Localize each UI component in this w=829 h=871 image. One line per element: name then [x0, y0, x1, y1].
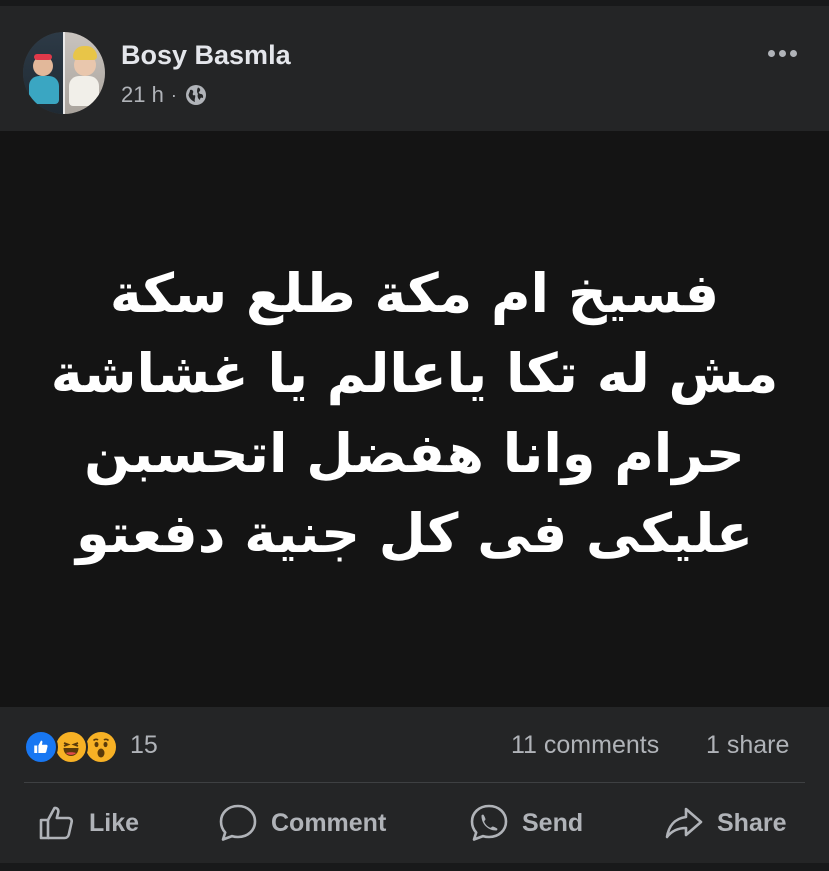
share-arrow-icon: [663, 802, 705, 844]
post-header: Bosy Basmla 21 h ·: [0, 6, 829, 131]
messenger-icon: [468, 802, 510, 844]
shares-count[interactable]: 1 share: [706, 731, 789, 760]
send-label: Send: [522, 808, 584, 837]
thumbs-up-icon: [37, 803, 77, 843]
more-options-button[interactable]: [763, 39, 801, 67]
post-text-line: مش له تكا ياعالم يا غشاشة: [50, 342, 779, 405]
haha-icon: [54, 730, 88, 764]
share-label: Share: [717, 808, 787, 837]
globe-icon[interactable]: [184, 83, 208, 107]
comment-label: Comment: [271, 808, 387, 837]
reaction-icons[interactable]: [24, 730, 118, 764]
share-button[interactable]: Share: [663, 783, 786, 863]
post-card: Bosy Basmla 21 h · فسيخ ام مكة طلع سكة م…: [0, 0, 829, 871]
reaction-count[interactable]: 15: [130, 731, 158, 760]
reactions-bar: 15 11 comments 1 share: [0, 707, 829, 783]
post-meta: 21 h ·: [121, 82, 208, 108]
post-actions: Like Comment Send Share: [0, 783, 829, 863]
post-text-line: حرام وانا هفضل اتحسبن: [84, 422, 745, 485]
post-text-line: فسيخ ام مكة طلع سكة: [109, 262, 720, 325]
more-horizontal-icon: [767, 49, 775, 57]
avatar[interactable]: [23, 32, 105, 114]
like-icon: [24, 730, 58, 764]
wow-icon: [84, 730, 118, 764]
post-time[interactable]: 21 h: [121, 82, 164, 108]
post-content-image[interactable]: فسيخ ام مكة طلع سكة مش له تكا ياعالم يا …: [0, 131, 829, 707]
post-text-line: عليكى فى كل جنية دفعتو: [75, 502, 753, 565]
author-name[interactable]: Bosy Basmla: [121, 40, 291, 71]
like-label: Like: [89, 808, 140, 837]
meta-separator: ·: [170, 84, 177, 105]
comment-bubble-icon: [217, 802, 259, 844]
post-text: فسيخ ام مكة طلع سكة مش له تكا ياعالم يا …: [25, 254, 805, 574]
comment-button[interactable]: Comment: [217, 783, 386, 863]
send-button[interactable]: Send: [468, 783, 583, 863]
like-button[interactable]: Like: [37, 783, 139, 863]
feed-gap-bottom: [0, 863, 829, 871]
comments-count[interactable]: 11 comments: [511, 731, 659, 760]
